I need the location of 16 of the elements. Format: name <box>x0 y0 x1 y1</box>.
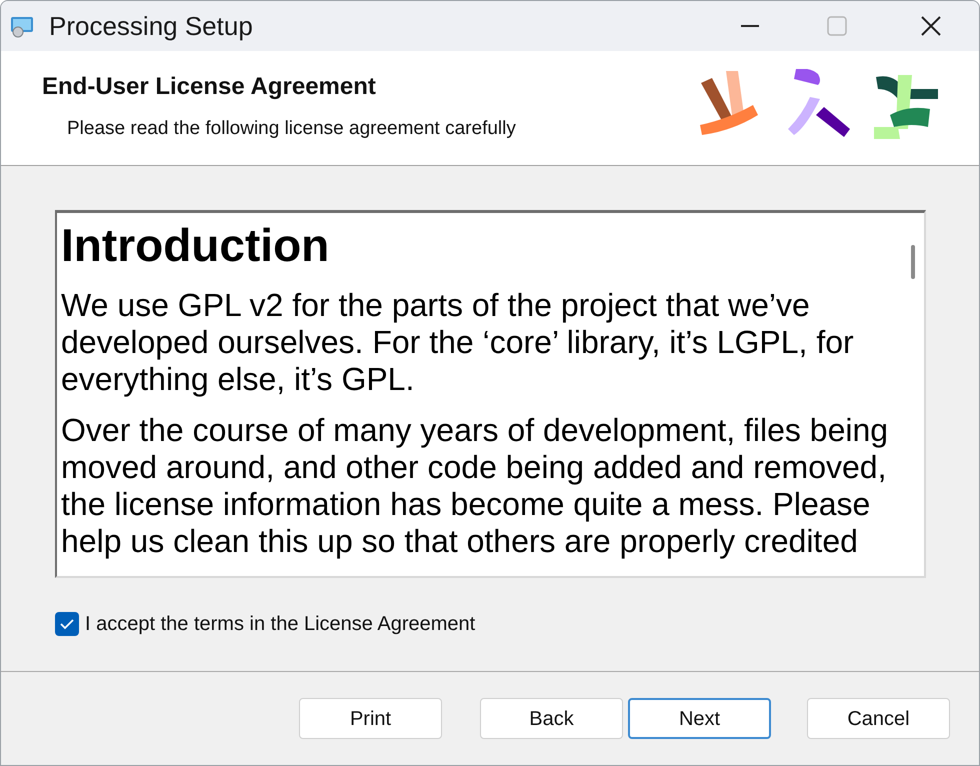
checkbox[interactable] <box>55 612 79 636</box>
maximize-icon[interactable] <box>827 16 847 36</box>
dialog-button[interactable]: Back <box>480 698 623 739</box>
minimize-icon[interactable] <box>741 25 759 27</box>
dialog-button[interactable]: Next <box>628 698 771 739</box>
license-paragraph: We use GPL v2 for the parts of the project that we’ve developed ourselves. For the ‘core’ library, it’s LGPL, for everything else, it’s GPL. <box>61 287 855 398</box>
checkmark-icon <box>60 618 74 630</box>
license-heading: Introduction <box>61 218 330 273</box>
license-paragraph: Over the course of many years of development, files being moved around, and other code being added and removed, the license information has become quite a mess. Please help us clean this up so that others are properly credited <box>61 412 890 560</box>
close-icon[interactable] <box>921 16 941 36</box>
dialog-button[interactable]: Print <box>299 698 442 739</box>
dialog-button[interactable]: Cancel <box>807 698 950 739</box>
window-title: Processing Setup <box>49 10 253 42</box>
page-title: End-User License Agreement <box>42 72 377 102</box>
checkbox-label: I accept the terms in the License Agreement <box>85 612 476 637</box>
page-subtitle: Please read the following license agreement carefully <box>67 117 516 141</box>
